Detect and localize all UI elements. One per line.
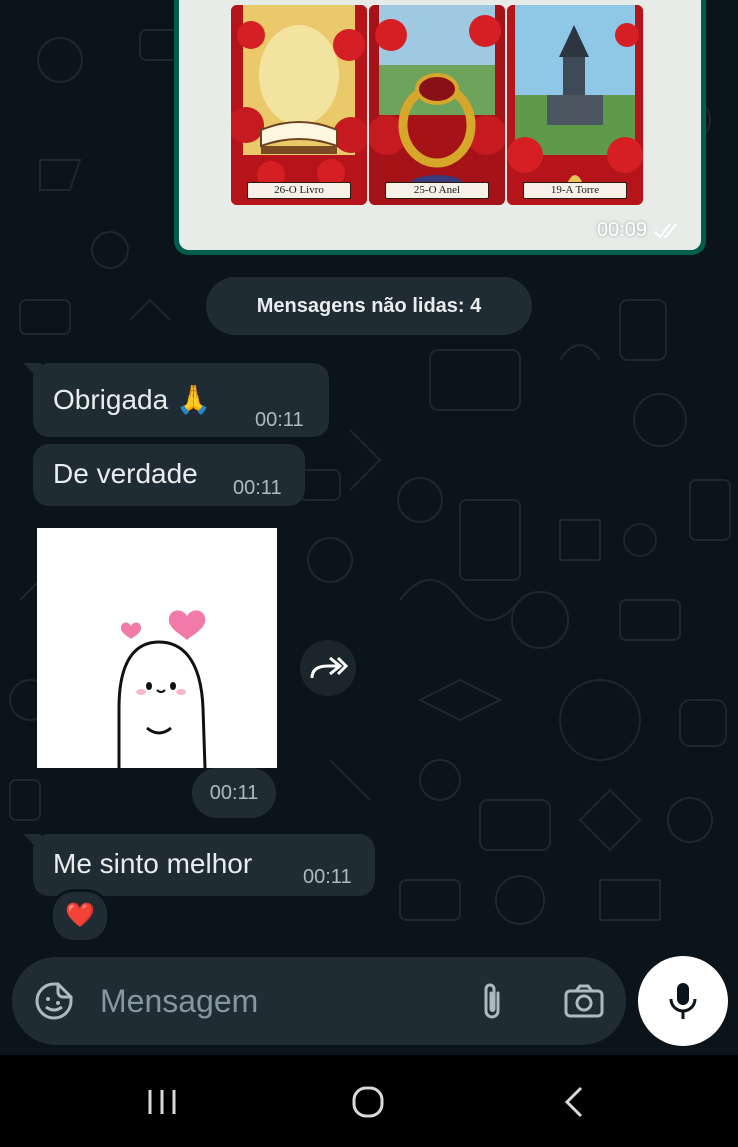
card-label: 25-O Anel [385,182,489,199]
back-button[interactable] [544,1077,604,1127]
reaction-badge[interactable]: ❤️ [50,889,110,943]
incoming-message[interactable]: Me sinto melhor 00:11 [23,834,375,896]
heart-icon: ❤️ [65,902,95,929]
forward-button[interactable] [300,640,356,696]
card-label: 26-O Livro [247,182,351,199]
message-text: Me sinto melhor [53,848,253,879]
message-time: 00:11 [303,866,352,888]
sticker-button[interactable] [32,979,76,1023]
camera-button[interactable] [560,979,608,1023]
tarot-card-torre: 19-A Torre [507,5,643,205]
outgoing-image-message[interactable]: 26-O Livro 25-O Anel 19-A Torre 00:09 [174,0,706,255]
message-text: De verdade [53,458,198,489]
message-time: 00:11 [192,768,276,818]
tarot-card-livro: 26-O Livro [231,5,367,205]
message-composer: Mensagem [12,957,626,1045]
double-check-icon [654,222,677,239]
voice-message-button[interactable] [638,956,728,1046]
card-art-ring [369,5,505,205]
camera-icon [564,984,604,1018]
tarot-card-anel: 25-O Anel [369,5,505,205]
sticker-icon [35,982,73,1020]
sticker-message[interactable] [37,528,277,769]
incoming-message[interactable]: Obrigada 🙏 00:11 [23,363,329,437]
smiling-blob-sticker [117,610,207,769]
message-input[interactable]: Mensagem [100,983,258,1020]
card-art-tower [507,5,643,205]
mic-icon [669,983,697,1019]
chat-screen: 26-O Livro 25-O Anel 19-A Torre 00:09 Me… [0,0,738,1147]
message-time: 00:09 [596,219,647,241]
message-time: 00:11 [233,477,282,499]
image-message-meta: 00:09 [597,219,683,242]
attach-button[interactable] [470,979,514,1023]
card-label: 19-A Torre [523,182,627,199]
message-text: Obrigada 🙏 [53,384,211,415]
recent-apps-button[interactable] [132,1077,192,1127]
home-button[interactable] [338,1077,398,1127]
recent-apps-icon [148,1090,176,1114]
card-art-book [231,5,367,205]
attach-icon [484,983,500,1019]
unread-messages-banner: Mensagens não lidas: 4 [206,277,532,335]
forward-icon [310,656,348,679]
tarot-cards-photo[interactable]: 26-O Livro 25-O Anel 19-A Torre 00:09 [179,0,701,250]
system-navigation-bar [0,1055,738,1147]
message-time: 00:11 [255,409,304,431]
back-icon [564,1086,583,1118]
home-icon [352,1086,384,1118]
incoming-message[interactable]: De verdade 00:11 [33,444,305,506]
